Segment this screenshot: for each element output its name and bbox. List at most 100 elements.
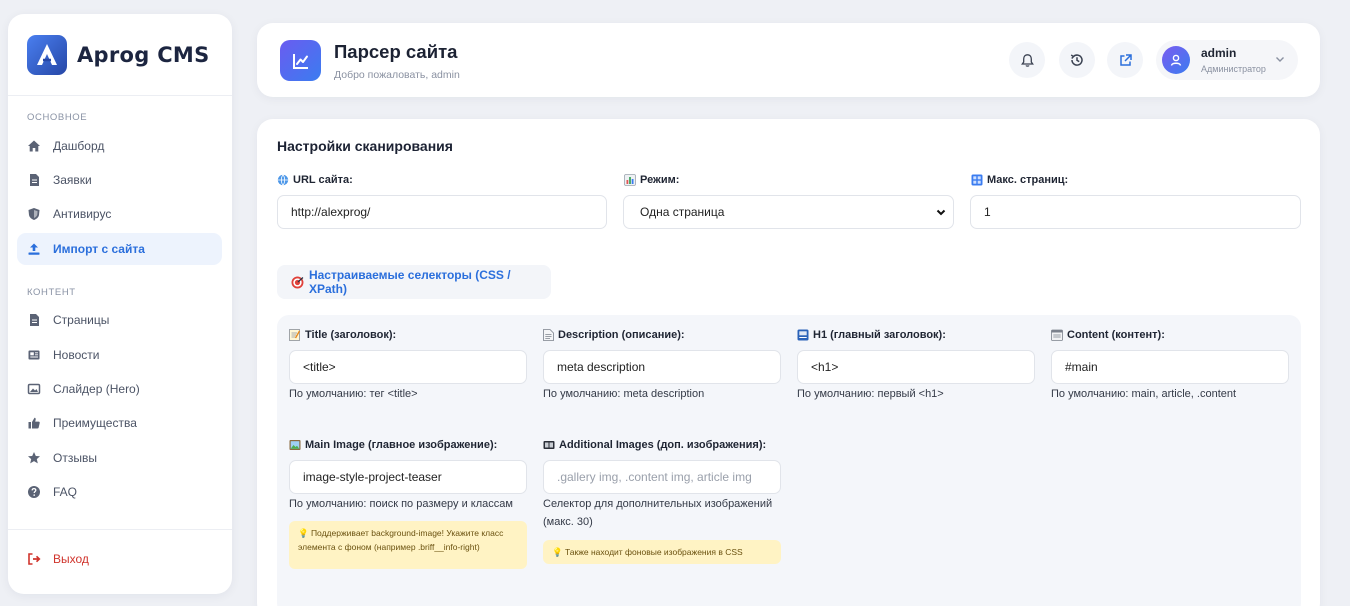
sidebar-item-pages[interactable]: Страницы (17, 304, 222, 336)
open-site-button[interactable] (1107, 42, 1143, 78)
logout-button[interactable]: Выход (17, 543, 222, 575)
avatar (1162, 46, 1190, 74)
film-frames-icon (543, 441, 555, 449)
max-pages-label: Макс. страниц: (971, 174, 1068, 186)
header: Парсер сайта Добро пожаловать, admin adm… (257, 23, 1320, 97)
sidebar-item-label: Дашборд (53, 139, 105, 153)
sidebar-item-label: Слайдер (Hero) (53, 382, 140, 396)
sidebar-item-import[interactable]: Импорт с сайта (17, 233, 222, 265)
sidebar-item-label: Новости (53, 348, 100, 362)
main-image-selector-hint: По умолчанию: поиск по размеру и классам (289, 498, 513, 510)
mode-select-value: Одна страница (640, 205, 725, 219)
logo-icon (27, 34, 67, 75)
main-image-note: 💡 Поддерживает background-image! Укажите… (289, 521, 527, 569)
question-icon (28, 486, 40, 498)
description-selector-input[interactable]: meta description (543, 350, 781, 384)
history-button[interactable] (1059, 42, 1095, 78)
custom-selectors-toggle[interactable]: Настраиваемые селекторы (CSS / XPath) (277, 265, 551, 299)
sidebar-item-dashboard[interactable]: Дашборд (17, 130, 222, 162)
sidebar-item-label: Антивирус (53, 207, 112, 221)
sidebar-divider (8, 529, 232, 530)
newspaper-icon (28, 350, 40, 360)
mode-select[interactable]: Одна страница (623, 195, 954, 229)
title-selector-hint: По умолчанию: тег <title> (289, 388, 418, 400)
sidebar-item-reviews[interactable]: Отзывы (17, 442, 222, 474)
sidebar-item-label: Страницы (53, 313, 110, 327)
home-icon (28, 140, 40, 152)
sidebar: Aprog CMS ОСНОВНОЕ Дашборд Заявки Антиви… (8, 14, 232, 594)
url-input[interactable]: http://alexprog/ (277, 195, 607, 229)
additional-images-selector-label: Additional Images (доп. изображения): (543, 439, 766, 451)
sidebar-item-antivirus[interactable]: Антивирус (17, 198, 222, 230)
additional-images-placeholder: .gallery img, .content img, article img (557, 470, 752, 484)
sidebar-item-label: FAQ (53, 485, 78, 499)
sidebar-item-news[interactable]: Новости (17, 339, 222, 371)
custom-selectors-label: Настраиваемые селекторы (CSS / XPath) (308, 268, 511, 296)
logout-label: Выход (53, 552, 89, 566)
picture-icon (289, 440, 301, 450)
selectors-panel: Title (заголовок): <title> По умолчанию:… (277, 315, 1301, 606)
title-selector-label: Title (заголовок): (289, 329, 396, 341)
notifications-button[interactable] (1009, 42, 1045, 78)
upload-icon (28, 243, 40, 255)
memo-icon (289, 329, 301, 341)
scan-settings-card: Настройки сканирования URL сайта: http:/… (257, 119, 1320, 606)
notepad-icon (1051, 329, 1063, 341)
user-name: admin (1201, 46, 1237, 60)
sidebar-item-label: Преимущества (53, 416, 137, 430)
heading-icon (797, 329, 809, 341)
globe-icon (277, 174, 289, 186)
document-icon (30, 174, 39, 186)
additional-images-note: 💡 Также находит фоновые изображения в CS… (543, 540, 781, 564)
external-link-icon (1119, 53, 1132, 66)
h1-selector-input[interactable]: <h1> (797, 350, 1035, 384)
chart-line-icon (280, 40, 321, 81)
bell-icon (1020, 53, 1034, 67)
title-selector-input[interactable]: <title> (289, 350, 527, 384)
shield-icon (28, 208, 40, 220)
sidebar-item-label: Заявки (53, 173, 92, 187)
card-title: Настройки сканирования (277, 138, 453, 154)
additional-images-selector-hint: Селектор для дополнительных изображений … (543, 498, 773, 528)
content-selector-label: Content (контент): (1051, 329, 1165, 341)
chevron-down-icon (1276, 57, 1284, 62)
h1-selector-label: H1 (главный заголовок): (797, 329, 946, 341)
content-selector-hint: По умолчанию: main, article, .content (1051, 388, 1237, 400)
main-image-selector-label: Main Image (главное изображение): (289, 439, 497, 451)
h1-selector-hint: По умолчанию: первый <h1> (797, 388, 944, 400)
brand-name: Aprog CMS (77, 42, 210, 67)
chevron-down-icon (936, 209, 946, 216)
brand[interactable]: Aprog CMS (8, 14, 232, 96)
content-selector-input[interactable]: #main (1051, 350, 1289, 384)
user-icon (1170, 54, 1182, 66)
sidebar-item-label: Импорт с сайта (53, 242, 145, 256)
mode-label: Режим: (624, 174, 679, 186)
description-selector-hint: По умолчанию: meta description (543, 388, 705, 400)
user-menu[interactable]: admin Администратор (1156, 40, 1298, 80)
url-label: URL сайта: (277, 174, 353, 186)
sidebar-item-label: Отзывы (53, 451, 97, 465)
main-image-selector-input[interactable]: image-style-project-teaser (289, 460, 527, 494)
page-subtitle: Добро пожаловать, admin (334, 69, 460, 81)
sidebar-item-faq[interactable]: FAQ (17, 476, 222, 508)
star-icon (28, 452, 40, 464)
page-icon (543, 329, 554, 341)
sidebar-item-advantages[interactable]: Преимущества (17, 407, 222, 439)
bar-chart-icon (624, 174, 636, 186)
history-icon (1070, 54, 1083, 66)
numbers-icon (971, 174, 983, 186)
max-pages-input[interactable]: 1 (970, 195, 1301, 229)
user-role: Администратор (1201, 64, 1266, 74)
page-title: Парсер сайта (334, 41, 458, 62)
nav-section-main: ОСНОВНОЕ (27, 112, 88, 123)
sidebar-item-requests[interactable]: Заявки (17, 164, 222, 196)
nav-section-content: КОНТЕНТ (27, 287, 76, 298)
image-icon (27, 383, 41, 395)
thumbs-up-icon (28, 417, 40, 429)
target-icon (291, 276, 304, 288)
logout-icon (28, 553, 41, 565)
page-icon (30, 314, 39, 326)
additional-images-selector-input[interactable]: .gallery img, .content img, article img (543, 460, 781, 494)
sidebar-item-slider[interactable]: Слайдер (Hero) (17, 373, 222, 405)
description-selector-label: Description (описание): (543, 329, 685, 341)
